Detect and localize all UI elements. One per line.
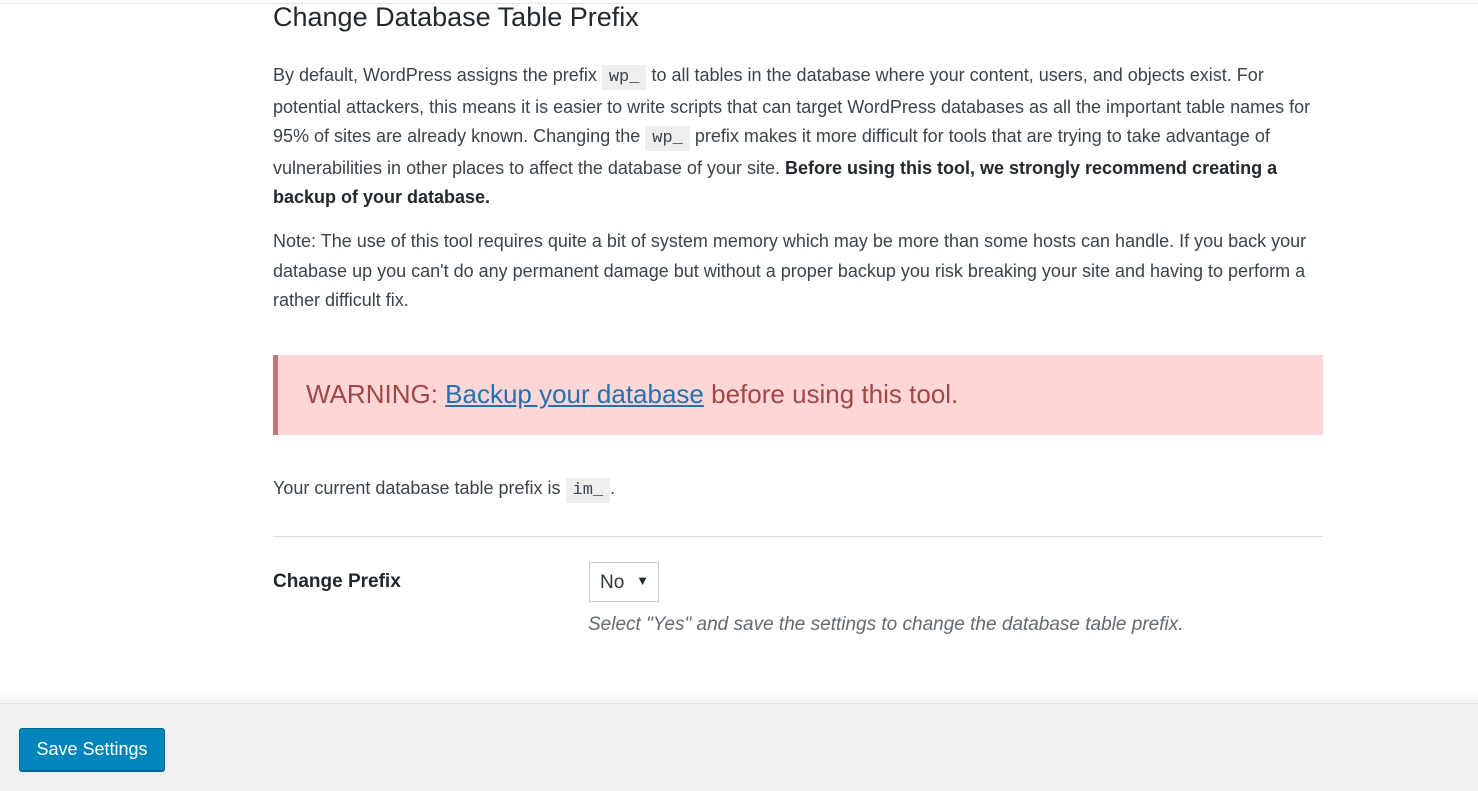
warning-prefix: WARNING: [306,379,438,409]
backup-database-link[interactable]: Backup your database [445,379,704,409]
current-prefix-line: Your current database table prefix is im… [273,478,616,503]
top-divider [0,3,1478,4]
current-prefix-code: im_ [565,478,611,503]
warning-text: WARNING: Backup your database before usi… [306,379,958,410]
intro-paragraph: By default, WordPress assigns the prefix… [273,61,1323,213]
warning-notice: WARNING: Backup your database before usi… [273,355,1323,435]
default-prefix-code: wp_ [601,65,647,90]
current-prefix-period: . [610,478,616,498]
note-paragraph: Note: The use of this tool requires quit… [273,231,1307,310]
current-prefix-text: Your current database table prefix is [273,478,561,498]
intro-text-1: By default, WordPress assigns the prefix [273,65,597,85]
change-prefix-description: Select "Yes" and save the settings to ch… [588,614,1184,635]
triangle-down-icon: ▼ [636,573,649,588]
page-title: Change Database Table Prefix [273,2,639,32]
warning-suffix: before using this tool. [711,379,959,409]
change-prefix-selected-value: No [600,572,625,593]
settings-footer: Save Settings [0,703,1478,791]
change-prefix-select[interactable]: No ▼ [589,562,659,602]
save-settings-button[interactable]: Save Settings [19,728,165,771]
default-prefix-code-2: wp_ [645,126,690,151]
footer-shadow [0,688,1478,703]
section-divider [273,536,1323,537]
change-prefix-label: Change Prefix [273,571,401,592]
